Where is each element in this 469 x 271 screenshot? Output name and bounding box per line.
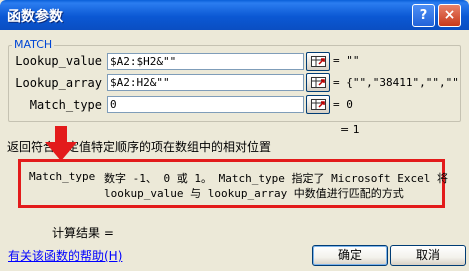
- window-title: 函数参数: [7, 9, 63, 25]
- argument-detail-line1: 数字 -1、 0 或 1。 Match_type 指定了 Microsoft E…: [104, 172, 449, 185]
- lookup-value-collapse-button[interactable]: [306, 52, 330, 71]
- range-select-icon: [311, 99, 326, 110]
- calculation-result-label: 计算结果 =: [52, 226, 114, 240]
- formula-result: = 1: [340, 123, 360, 136]
- argument-detail-line2: lookup_value 与 lookup_array 中数值进行匹配的方式: [104, 187, 404, 200]
- lookup-array-label: Lookup_array: [15, 76, 102, 90]
- lookup-value-label: Lookup_value: [15, 54, 102, 68]
- title-bar[interactable]: 函数参数 ? ×: [0, 0, 469, 30]
- red-down-arrow-icon: [45, 126, 77, 161]
- ok-button[interactable]: 确定: [312, 245, 388, 266]
- cancel-button[interactable]: 取消: [390, 245, 466, 266]
- lookup-value-input[interactable]: $A2:$H2&"": [107, 53, 304, 70]
- help-question-icon[interactable]: ?: [412, 4, 435, 27]
- match-type-label: Match_type: [29, 98, 102, 112]
- range-select-icon: [311, 77, 326, 88]
- argument-detail-name: Match_type: [29, 170, 96, 183]
- function-name-legend: MATCH: [12, 38, 55, 51]
- function-help-link[interactable]: 有关该函数的帮助(H): [8, 247, 122, 264]
- lookup-array-result: = {"","38411","","": [333, 76, 459, 89]
- match-type-input[interactable]: 0: [107, 96, 304, 113]
- lookup-array-collapse-button[interactable]: [306, 73, 330, 92]
- function-arguments-dialog: 函数参数 ? × MATCH Lookup_value $A2:$H2&"" =…: [0, 0, 469, 271]
- range-select-icon: [311, 56, 326, 67]
- match-type-collapse-button[interactable]: [306, 95, 330, 114]
- lookup-value-result: = "": [333, 54, 360, 67]
- match-type-result: = 0: [333, 98, 353, 111]
- lookup-array-input[interactable]: $A2:H2&"": [107, 74, 304, 91]
- close-icon[interactable]: ×: [438, 4, 461, 27]
